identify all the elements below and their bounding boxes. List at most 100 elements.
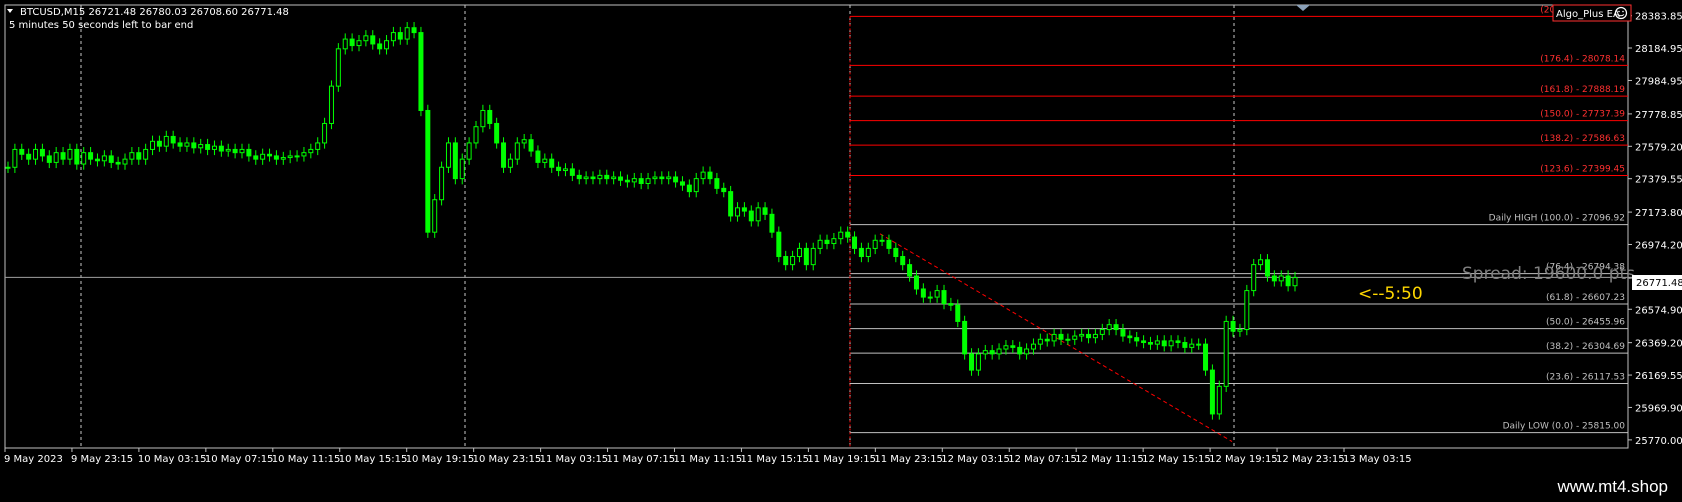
candle-body (494, 122, 500, 144)
candle-body (136, 152, 142, 160)
candle-body (604, 174, 610, 180)
candle-body (308, 148, 314, 154)
price-tick-label: 27579.20 (1635, 142, 1682, 153)
candle-body (425, 109, 431, 233)
candle-body (1154, 340, 1160, 345)
candle-body (404, 27, 410, 40)
candle-body (1099, 329, 1105, 335)
fib-level-label: (50.0) - 26455.96 (1546, 318, 1625, 328)
candle-body (1244, 290, 1250, 331)
candle-body (1058, 333, 1064, 340)
chart-area[interactable]: (200.0) - 28380.00(176.4) - 28078.14(161… (0, 0, 1682, 472)
time-tick-label: 13 May 03:15 (1343, 454, 1412, 465)
fib-level-label: (23.6) - 26117.53 (1546, 372, 1625, 382)
chart-title: BTCUSD,M15 26721.48 26780.03 26708.60 26… (20, 7, 289, 18)
candle-body (535, 150, 541, 163)
price-tick-label: 28383.85 (1635, 12, 1682, 23)
candle-body (301, 152, 307, 157)
current-price-tag: 26771.48 (1632, 275, 1682, 290)
candle-body (1278, 275, 1284, 282)
time-tick-label: 11 May 07:15 (607, 454, 676, 465)
candle-body (129, 152, 135, 160)
candle-body (989, 350, 995, 355)
price-tick-label: 26369.20 (1635, 339, 1682, 350)
candle-body (1161, 340, 1167, 347)
candle-body (597, 174, 603, 180)
candle-body (865, 247, 871, 258)
candle-body (879, 239, 885, 242)
fib-level-label: (123.6) - 27399.45 (1540, 164, 1625, 174)
spread-text: Spread: 19600.0 pts (1462, 264, 1635, 284)
candle-body (253, 155, 259, 160)
candle-body (1189, 343, 1195, 348)
candle-body (163, 135, 169, 147)
candle-body (74, 148, 80, 165)
candle-body (907, 264, 913, 277)
candle-body (1182, 342, 1188, 348)
candle-body (996, 348, 1002, 355)
candle-body (88, 152, 94, 160)
candle-body (170, 135, 176, 144)
candle-body (900, 256, 906, 266)
time-tick-label: 11 May 15:15 (740, 454, 809, 465)
candle-body (893, 247, 899, 258)
svg-text:26771.48: 26771.48 (1636, 278, 1682, 289)
candle-body (941, 290, 947, 305)
candle-body (452, 142, 458, 180)
candle-body (294, 155, 300, 158)
candle-body (803, 247, 809, 266)
candle-body (445, 142, 451, 168)
candle-body (975, 353, 981, 371)
price-tick-label: 26169.55 (1635, 371, 1682, 382)
time-tick-label: 12 May 11:15 (1075, 454, 1144, 465)
candle-body (1044, 338, 1050, 342)
candle-body (466, 142, 472, 160)
candle-body (1196, 343, 1202, 346)
candle-body (501, 142, 507, 168)
candle-body (1127, 335, 1133, 339)
candle-body (652, 176, 658, 180)
candle-body (948, 303, 954, 306)
price-tick-label: 27984.95 (1635, 76, 1682, 87)
candle-body (439, 166, 445, 201)
candle-body (962, 320, 968, 355)
candle-body (60, 152, 66, 160)
candle-body (521, 139, 527, 144)
candle-body (838, 231, 844, 240)
candle-body (81, 152, 87, 165)
candle-body (769, 213, 775, 233)
candle-body (1258, 259, 1264, 266)
candle-body (349, 38, 355, 47)
candle-body (411, 27, 417, 34)
candle-body (46, 155, 52, 163)
price-tick-label: 26974.20 (1635, 240, 1682, 251)
candle-body (624, 179, 630, 183)
candle-body (363, 35, 369, 42)
candle-body (225, 148, 231, 152)
candle-body (1209, 369, 1215, 415)
time-tick-label: 10 May 03:15 (138, 454, 207, 465)
candle-body (714, 178, 720, 189)
candle-body (1003, 345, 1009, 350)
candle-body (1017, 346, 1023, 355)
candle-body (920, 288, 926, 298)
candle-body (122, 158, 128, 165)
candle-body (982, 350, 988, 355)
candle-body (955, 304, 961, 322)
candle-body (693, 178, 699, 193)
candle-body (390, 32, 396, 42)
candle-body (755, 207, 761, 222)
footer-url[interactable]: www.mt4.shop (1557, 477, 1668, 497)
candle-body (1147, 342, 1153, 345)
fib-level-label: (150.0) - 27737.39 (1540, 110, 1625, 120)
time-tick-label: 10 May 19:15 (406, 454, 475, 465)
candle-body (700, 171, 706, 180)
candle-body (143, 148, 149, 160)
candle-body (845, 231, 851, 238)
candle-body (528, 139, 534, 152)
candle-body (913, 275, 919, 290)
candle-body (1065, 338, 1071, 341)
candle-body (1168, 340, 1174, 347)
candle-body (480, 109, 486, 128)
candle-body (198, 144, 204, 149)
